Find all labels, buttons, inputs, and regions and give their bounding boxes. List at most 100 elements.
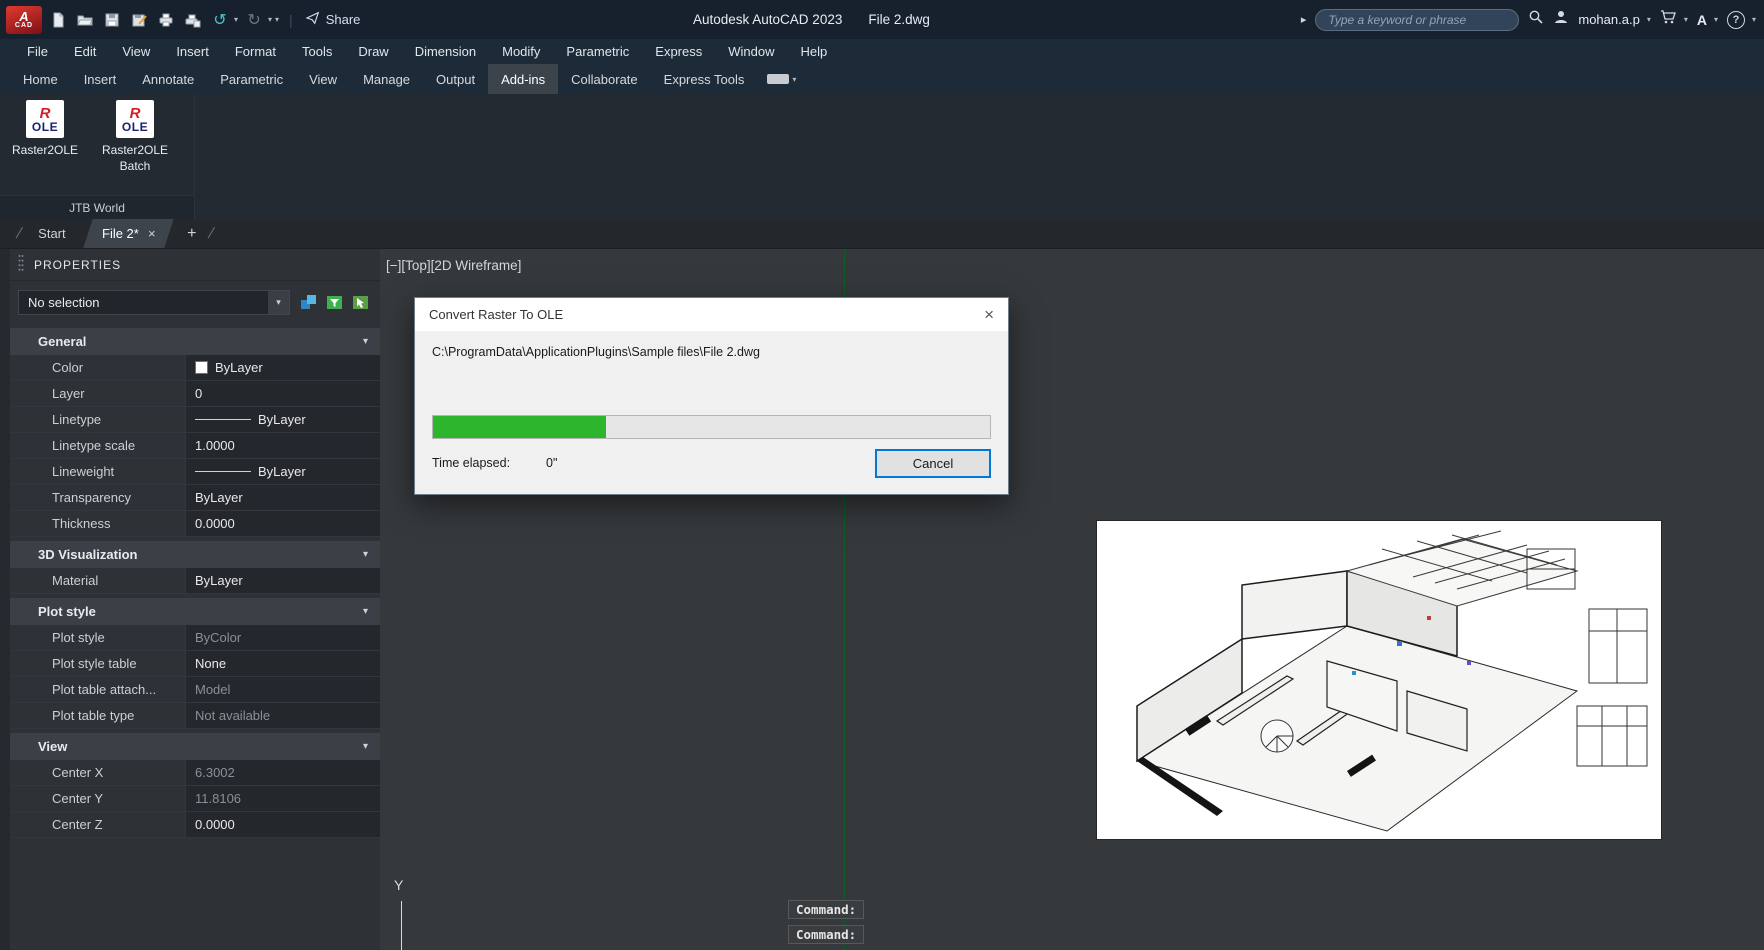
menu-draw[interactable]: Draw [345,44,401,59]
cart-caret[interactable]: ▾ [1684,15,1688,24]
menu-tools[interactable]: Tools [289,44,345,59]
property-label: Transparency [10,485,186,510]
share-button[interactable]: Share [306,11,361,28]
raster-image-preview[interactable] [1097,521,1661,839]
menu-window[interactable]: Window [715,44,787,59]
raster2ole-button[interactable]: R OLE Raster2OLE [2,100,88,159]
selection-dropdown[interactable]: No selection ▾ [18,290,290,315]
search-icon[interactable] [1528,9,1544,30]
new-file-icon[interactable] [47,9,69,31]
tab-home[interactable]: Home [10,64,71,94]
menu-file[interactable]: File [14,44,61,59]
window-title: Autodesk AutoCAD 2023 File 2.dwg [693,12,930,27]
property-value[interactable]: 6.3002 [186,760,380,785]
section-plot-style[interactable]: Plot style ▾ [10,598,380,625]
tab-manage[interactable]: Manage [350,64,423,94]
help-caret[interactable]: ▾ [1752,15,1756,24]
tab-view[interactable]: View [296,64,350,94]
toggle-pickadd-icon[interactable] [298,293,318,313]
menu-view[interactable]: View [109,44,163,59]
tab-parametric[interactable]: Parametric [207,64,296,94]
batch-plot-icon[interactable] [182,9,204,31]
chevron-down-icon[interactable]: ▾ [363,606,368,617]
plot-icon[interactable] [155,9,177,31]
viewport-controls[interactable]: [−][Top][2D Wireframe] [386,258,521,273]
quick-select-icon[interactable] [324,293,344,313]
property-value-text: 1.0000 [195,438,235,453]
save-icon[interactable] [101,9,123,31]
drawing-canvas[interactable]: [−][Top][2D Wireframe] [380,249,1764,950]
new-tab-button[interactable]: + [177,225,206,243]
property-value[interactable]: 0.0000 [186,511,380,536]
ribbon-display-toggle[interactable]: ▾ [767,64,796,94]
tab-annotate[interactable]: Annotate [129,64,207,94]
tab-insert[interactable]: Insert [71,64,130,94]
open-file-icon[interactable] [74,9,96,31]
close-tab-icon[interactable]: × [148,226,156,241]
cancel-button[interactable]: Cancel [875,449,991,478]
dialog-titlebar[interactable]: Convert Raster To OLE × [415,298,1008,331]
chevron-down-icon[interactable]: ▾ [363,741,368,752]
redo-dropdown-caret[interactable]: ▾ [268,15,272,24]
cart-icon[interactable] [1660,9,1677,30]
property-value[interactable]: ByColor [186,625,380,650]
menu-insert[interactable]: Insert [163,44,222,59]
property-value[interactable]: ByLayer [186,355,380,380]
section-3d-visualization[interactable]: 3D Visualization ▾ [10,541,380,568]
file-tab-file2[interactable]: File 2* × [83,219,174,248]
dropdown-caret-icon[interactable]: ▾ [268,291,289,314]
palette-grip-icon[interactable] [18,254,24,275]
workspace: PROPERTIES No selection ▾ [0,249,1764,950]
close-icon[interactable]: × [984,305,994,325]
panel-group-label[interactable]: JTB World [0,195,194,219]
undo-icon[interactable]: ↺ [209,9,231,31]
help-icon[interactable]: ? [1727,11,1745,29]
selection-row: No selection ▾ [10,281,380,324]
color-swatch[interactable] [195,361,208,374]
menu-express[interactable]: Express [642,44,715,59]
tab-add-ins[interactable]: Add-ins [488,64,558,94]
save-as-icon[interactable] [128,9,150,31]
customize-caret-icon[interactable]: ▾ [275,15,279,24]
property-value[interactable]: Model [186,677,380,702]
property-value[interactable]: Not available [186,703,380,728]
command-prompt-input[interactable]: Command: [788,925,864,944]
property-value[interactable]: None [186,651,380,676]
property-value[interactable]: ByLayer [186,568,380,593]
redo-icon[interactable]: ↻ [243,9,265,31]
autocad-logo[interactable]: A CAD [6,6,42,34]
section-general[interactable]: General ▾ [10,328,380,355]
property-value[interactable]: ByLayer [186,459,380,484]
tab-collaborate[interactable]: Collaborate [558,64,651,94]
undo-dropdown-caret[interactable]: ▾ [234,15,238,24]
chevron-down-icon[interactable]: ▾ [363,549,368,560]
user-menu-caret[interactable]: ▾ [1647,15,1651,24]
tab-express-tools[interactable]: Express Tools [651,64,758,94]
property-value[interactable]: ByLayer [186,485,380,510]
notifications-caret[interactable]: ▾ [1714,15,1718,24]
tab-output[interactable]: Output [423,64,488,94]
property-value[interactable]: ByLayer [186,407,380,432]
property-value[interactable]: 1.0000 [186,433,380,458]
section-view[interactable]: View ▾ [10,733,380,760]
menu-dimension[interactable]: Dimension [402,44,489,59]
file-tab-start[interactable]: Start [24,219,79,248]
property-value[interactable]: 0 [186,381,380,406]
user-icon[interactable] [1553,9,1569,30]
menu-parametric[interactable]: Parametric [553,44,642,59]
user-name[interactable]: mohan.a.p [1578,12,1639,27]
search-input[interactable] [1315,9,1519,31]
menu-format[interactable]: Format [222,44,289,59]
autodesk-notifications-icon[interactable]: A [1697,12,1707,28]
menu-edit[interactable]: Edit [61,44,109,59]
search-expand-icon[interactable]: ▸ [1301,13,1307,26]
property-value[interactable]: 11.8106 [186,786,380,811]
property-value[interactable]: 0.0000 [186,812,380,837]
menu-modify[interactable]: Modify [489,44,553,59]
dialog-footer: Time elapsed: 0" Cancel [432,448,991,478]
menu-help[interactable]: Help [788,44,841,59]
chevron-down-icon[interactable]: ▾ [363,336,368,347]
palette-header[interactable]: PROPERTIES [10,249,380,281]
raster2ole-batch-button[interactable]: R OLE Raster2OLE Batch [92,100,178,174]
select-objects-icon[interactable] [350,293,370,313]
